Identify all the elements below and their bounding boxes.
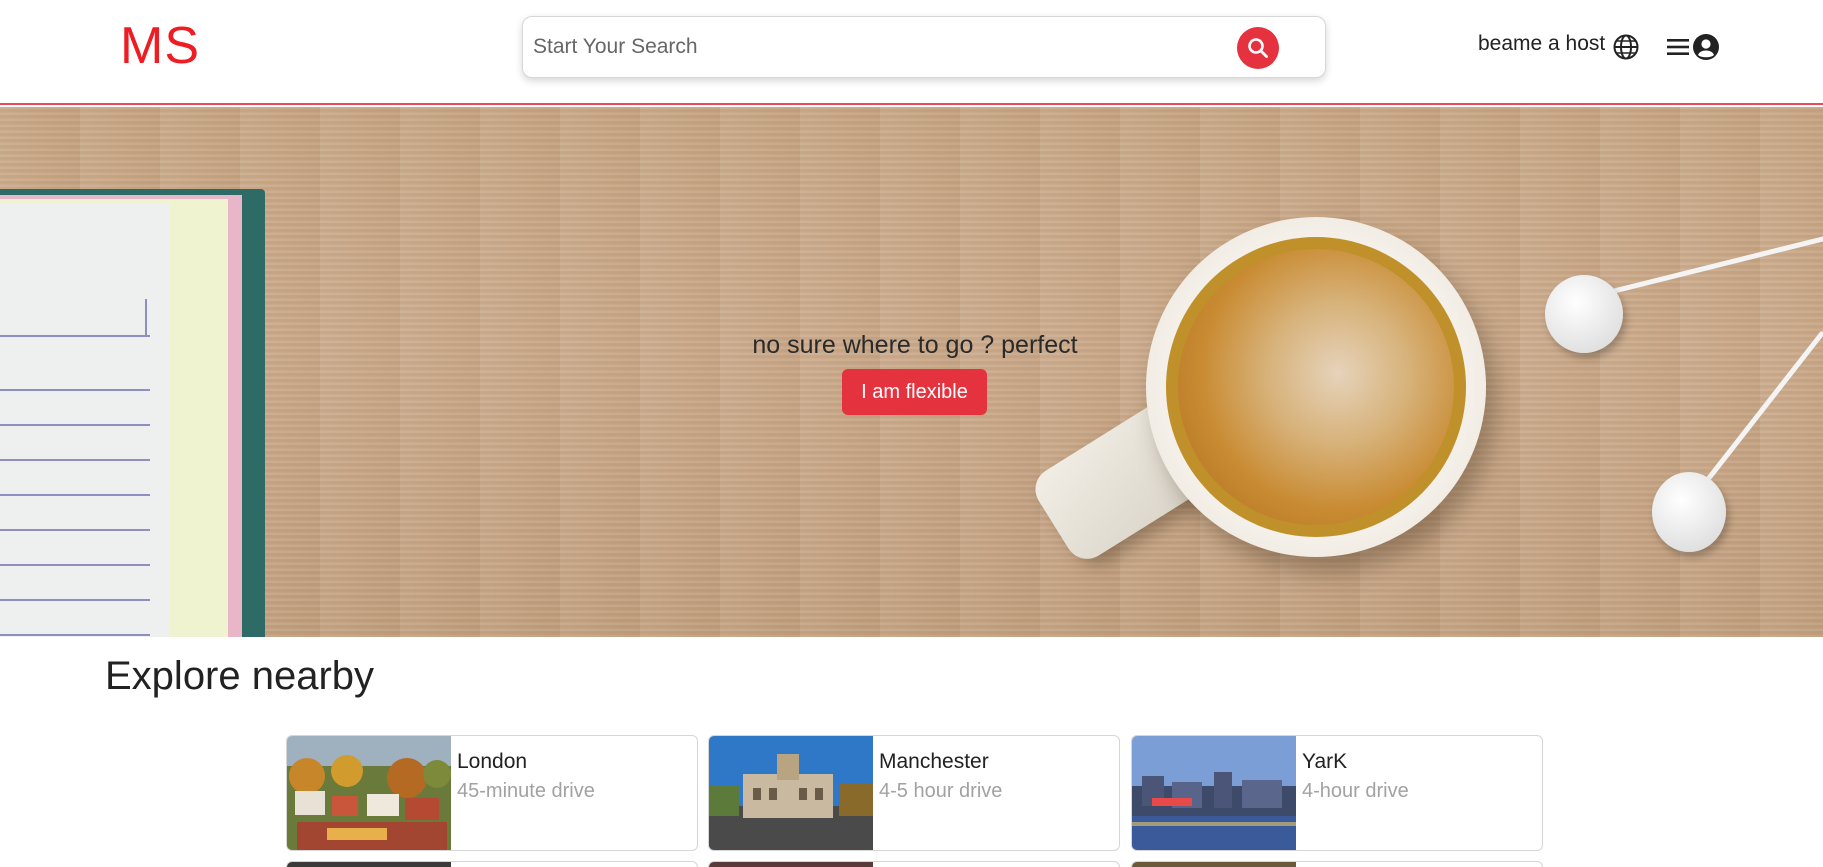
london-thumbnail: [287, 736, 451, 850]
search-input[interactable]: [533, 29, 1233, 65]
hero-banner: no sure where to go ? perfect I am flexi…: [0, 107, 1823, 637]
card-city: London: [457, 750, 528, 773]
become-host-link[interactable]: beame a host: [1478, 32, 1605, 56]
card-drive-time: 4-5 hour drive: [879, 780, 1003, 802]
menu-icon[interactable]: [1666, 35, 1692, 59]
search-bar[interactable]: [522, 16, 1326, 78]
explore-card-peek[interactable]: [286, 861, 698, 867]
york-thumbnail: [1132, 736, 1296, 850]
explore-card-manchester[interactable]: Manchester 4-5 hour drive: [708, 735, 1120, 851]
earbud-illustration: [1545, 275, 1623, 353]
card-city: Manchester: [879, 750, 989, 773]
explore-card-york[interactable]: YarK 4-hour drive: [1131, 735, 1543, 851]
search-icon: [1248, 38, 1268, 58]
hero-tagline: no sure where to go ? perfect: [752, 331, 1078, 359]
card-city: YarK: [1302, 750, 1348, 773]
explore-title: Explore nearby: [105, 654, 375, 698]
search-button[interactable]: [1237, 27, 1279, 69]
flexible-button[interactable]: I am flexible: [842, 369, 987, 415]
account-icon[interactable]: [1692, 33, 1720, 61]
earbud-illustration: [1652, 472, 1726, 552]
explore-card-london[interactable]: London 45-minute drive: [286, 735, 698, 851]
globe-icon[interactable]: [1612, 33, 1640, 61]
notebook-illustration: [0, 189, 265, 637]
explore-card-peek[interactable]: [1131, 861, 1543, 867]
top-header: MS beame a host: [0, 0, 1823, 105]
explore-card-peek[interactable]: [708, 861, 1120, 867]
manchester-thumbnail: [709, 736, 873, 850]
card-drive-time: 45-minute drive: [457, 780, 595, 802]
logo[interactable]: MS: [120, 16, 200, 76]
card-drive-time: 4-hour drive: [1302, 780, 1409, 802]
